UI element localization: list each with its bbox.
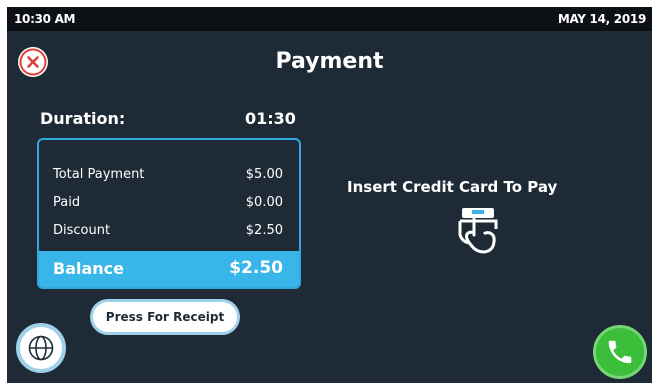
balance-label: Balance xyxy=(53,259,124,278)
receipt-button[interactable]: Press For Receipt xyxy=(90,299,240,335)
payment-screen: 10:30 AM MAY 14, 2019 Payment Duration: … xyxy=(7,7,652,383)
insert-card-prompt: Insert Credit Card To Pay xyxy=(347,178,558,196)
phone-icon xyxy=(608,340,632,364)
balance-value: $2.50 xyxy=(229,258,283,278)
payment-summary-panel: Total Payment $5.00 Paid $0.00 Discount … xyxy=(37,138,301,289)
balance-bar: Balance $2.50 xyxy=(39,251,299,287)
total-payment-label: Total Payment xyxy=(53,167,145,182)
status-date: MAY 14, 2019 xyxy=(557,12,646,26)
globe-icon xyxy=(28,335,54,361)
insert-card-icon xyxy=(458,208,498,254)
call-button[interactable] xyxy=(593,325,647,379)
paid-label: Paid xyxy=(53,195,81,210)
language-button[interactable] xyxy=(16,323,66,373)
duration-value: 01:30 xyxy=(245,109,296,128)
status-time: 10:30 AM xyxy=(14,12,76,26)
total-payment-value: $5.00 xyxy=(245,167,283,182)
duration-label: Duration: xyxy=(40,109,126,128)
status-bar: 10:30 AM MAY 14, 2019 xyxy=(7,7,652,31)
discount-label: Discount xyxy=(53,223,111,238)
discount-value: $2.50 xyxy=(245,223,283,238)
page-title: Payment xyxy=(275,49,384,74)
paid-value: $0.00 xyxy=(245,195,283,210)
